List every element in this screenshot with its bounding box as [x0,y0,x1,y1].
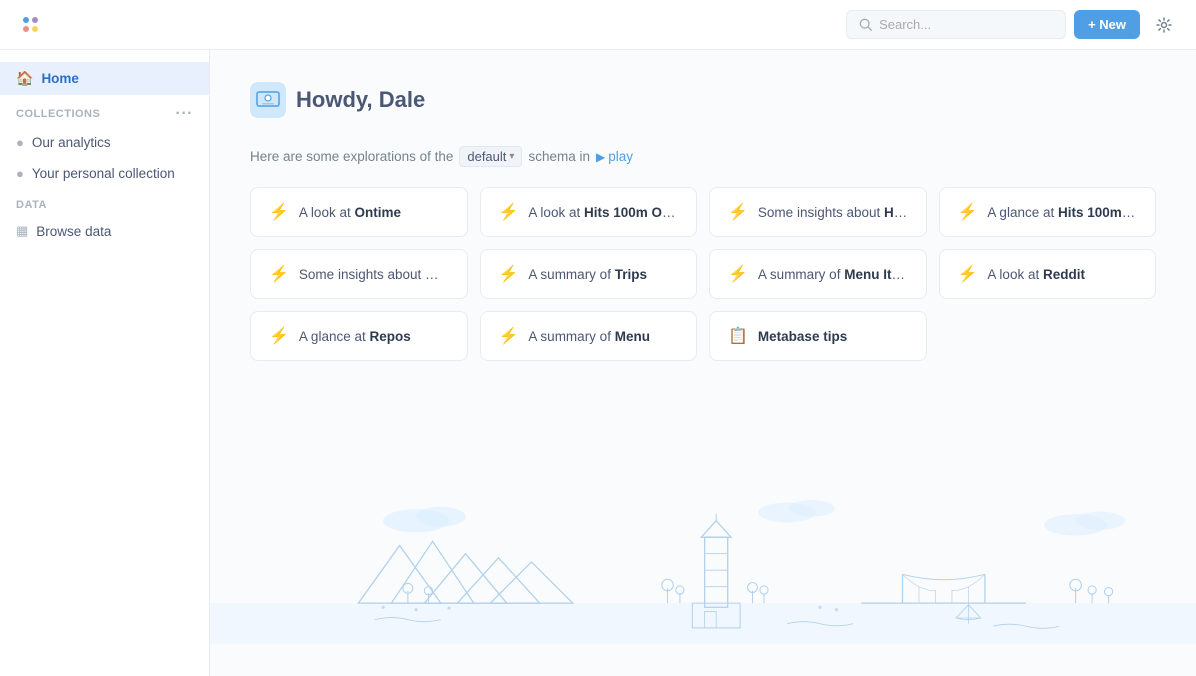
sidebar-home-label: Home [41,71,79,86]
card-reddit-label: A look at Reddit [987,267,1085,282]
card-menu-label: A summary of Menu [528,329,650,344]
lightning-icon: ⚡ [499,326,519,346]
book-icon: 📋 [728,326,748,346]
sidebar-item-personal-collection[interactable]: ● Your personal collection [0,158,209,189]
card-menu-item-denorm-label: A summary of Menu Item Denorm [758,267,908,282]
card-github-events-label: Some insights about Github Events [299,267,449,282]
illustration [210,496,1196,676]
collections-more-button[interactable]: ··· [176,105,193,123]
personal-collection-label: Your personal collection [32,166,175,181]
sidebar-item-home[interactable]: 🏠 Home [0,62,209,95]
card-hits-compatible-label: A glance at Hits 100m Compatible [987,205,1137,220]
card-ontime-label: A look at Ontime [299,205,401,220]
settings-button[interactable] [1148,9,1180,41]
lightning-icon: ⚡ [269,202,289,222]
card-trips-label: A summary of Trips [528,267,647,282]
play-label: play [608,149,633,164]
card-trips[interactable]: ⚡ A summary of Trips [480,249,698,299]
card-hits-compatible[interactable]: ⚡ A glance at Hits 100m Compatible [939,187,1157,237]
card-hits-obfuscated[interactable]: ⚡ A look at Hits 100m Obfuscated [480,187,698,237]
lightning-icon: ⚡ [958,264,978,284]
card-hits-insights[interactable]: ⚡ Some insights about Hits [709,187,927,237]
card-github-events[interactable]: ⚡ Some insights about Github Events [250,249,468,299]
lightning-icon: ⚡ [499,264,519,284]
lightning-icon: ⚡ [958,202,978,222]
card-repos[interactable]: ⚡ A glance at Repos [250,311,468,361]
card-repos-label: A glance at Repos [299,329,411,344]
topnav-left [16,11,44,39]
database-icon: ▦ [16,223,28,239]
schema-suffix: schema in [528,149,590,164]
collections-header: COLLECTIONS ··· [0,95,209,127]
folder-icon: ● [16,135,24,150]
main-inner: Howdy, Dale Here are some explorations o… [210,50,1196,393]
data-header: DATA [0,189,209,215]
explorations-prefix: Here are some explorations of the [250,149,453,164]
play-link[interactable]: ▶ play [596,149,633,164]
gear-icon [1156,17,1172,33]
card-ontime[interactable]: ⚡ A look at Ontime [250,187,468,237]
greeting-text: Howdy, Dale [296,87,425,113]
app-logo [16,11,44,39]
card-hits-obfuscated-label: A look at Hits 100m Obfuscated [528,205,678,220]
sidebar: 🏠 Home COLLECTIONS ··· ● Our analytics ●… [0,50,210,676]
greeting-avatar [250,82,286,118]
card-metabase-tips[interactable]: 📋 Metabase tips [709,311,927,361]
cards-row-3: ⚡ A glance at Repos ⚡ A summary of Menu … [250,311,1156,361]
topnav: Search... + New [0,0,1196,50]
lightning-icon: ⚡ [269,264,289,284]
sidebar-item-browse-data[interactable]: ▦ Browse data [0,215,209,247]
our-analytics-label: Our analytics [32,135,111,150]
card-hits-insights-label: Some insights about Hits [758,205,908,220]
lightning-icon: ⚡ [728,202,748,222]
explorations-intro: Here are some explorations of the defaul… [250,146,1156,167]
topnav-right: Search... + New [846,9,1180,41]
main-content: Howdy, Dale Here are some explorations o… [210,50,1196,676]
home-icon: 🏠 [16,70,33,87]
cards-grid: ⚡ A look at Ontime ⚡ A look at Hits 100m… [250,187,1156,361]
app-body: 🏠 Home COLLECTIONS ··· ● Our analytics ●… [0,50,1196,676]
schema-selector[interactable]: default ▾ [459,146,522,167]
search-placeholder: Search... [879,17,931,32]
lightning-icon: ⚡ [728,264,748,284]
cards-row-1: ⚡ A look at Ontime ⚡ A look at Hits 100m… [250,187,1156,237]
search-bar[interactable]: Search... [846,10,1066,39]
lightning-icon: ⚡ [499,202,519,222]
card-metabase-tips-label: Metabase tips [758,329,847,344]
greeting-section: Howdy, Dale [250,82,1156,118]
card-menu-item-denorm[interactable]: ⚡ A summary of Menu Item Denorm [709,249,927,299]
search-icon [859,18,873,32]
lightning-icon: ⚡ [269,326,289,346]
cards-row-2: ⚡ Some insights about Github Events ⚡ A … [250,249,1156,299]
chevron-down-icon: ▾ [509,151,514,162]
card-menu[interactable]: ⚡ A summary of Menu [480,311,698,361]
schema-label: default [467,149,506,164]
card-reddit[interactable]: ⚡ A look at Reddit [939,249,1157,299]
person-icon: ● [16,166,24,181]
sidebar-item-our-analytics[interactable]: ● Our analytics [0,127,209,158]
browse-data-label: Browse data [36,224,111,239]
play-icon: ▶ [596,150,605,164]
new-button[interactable]: + New [1074,10,1140,39]
